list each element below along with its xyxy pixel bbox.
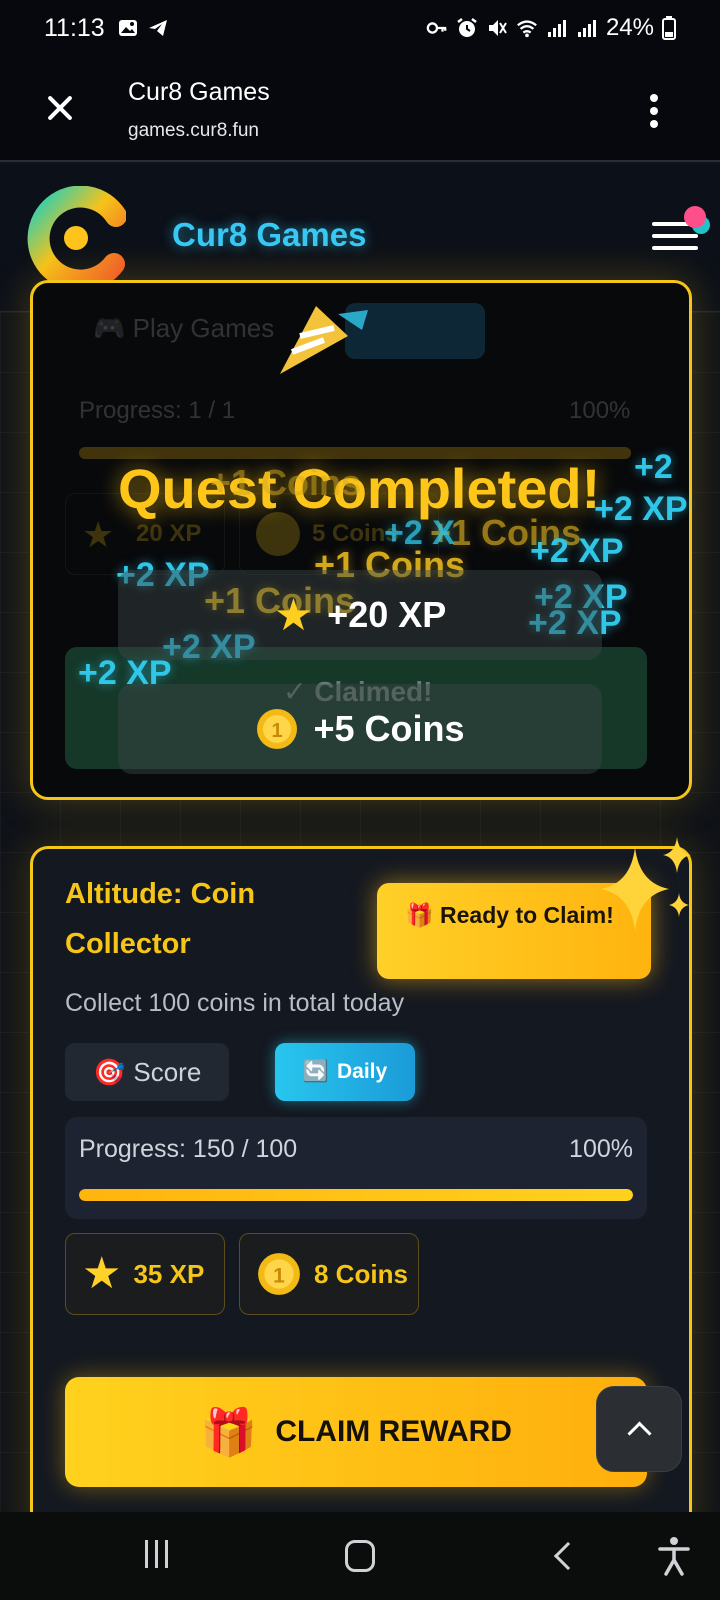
alarm-icon [457,18,477,37]
quest-description: Collect 100 coins in total today [65,989,405,1017]
overlay-coins-reward: 1 +5 Coins [118,684,602,774]
recents-icon[interactable] [145,1540,175,1570]
overlay-xp-reward: ★ +20 XP [118,570,602,660]
progress-percent: 100% [569,1135,633,1163]
system-nav-bar [0,1512,720,1600]
progress-box: Progress: 150 / 100 100% [65,1117,647,1219]
browser-title: Cur8 Games [128,78,270,106]
gallery-icon [118,20,137,36]
ready-to-claim-label: Ready to Claim! [440,902,614,928]
progress-bar-fill [79,1189,633,1201]
gift-icon: 🎁 [405,902,434,928]
signal-icon-1 [547,20,566,37]
claim-reward-button[interactable]: 🎁 CLAIM REWARD [65,1377,647,1487]
mute-icon [488,20,507,36]
accessibility-icon[interactable] [656,1536,692,1576]
progress-percent: 100% [569,397,631,424]
floating-xp: +2 XP [530,532,624,570]
more-options-icon[interactable] [648,94,660,130]
signal-icon-2 [577,20,596,37]
telegram-icon [148,20,167,36]
browser-toolbar: Cur8 Games games.cur8.fun [0,56,720,162]
wifi-icon [517,20,537,38]
close-icon[interactable] [42,90,78,126]
sparkle-icon [601,837,691,931]
svg-text:1: 1 [272,720,283,742]
site-title[interactable]: Cur8 Games [172,216,366,254]
star-icon: ★ [82,1249,122,1298]
progress-label: Progress: 1 / 1 [79,397,236,424]
tag-play-games: 🎮 Play Games [93,313,275,343]
star-icon: ★ [273,590,314,640]
quest-card: Altitude: Coin Collector 🎁 Ready to Clai… [30,837,692,1546]
coin-icon: 1 [258,1253,300,1295]
star-icon: ★ [82,514,115,555]
battery-icon [662,16,676,40]
svg-text:1: 1 [273,1264,285,1287]
progress-label: Progress: 150 / 100 [79,1135,298,1163]
home-icon[interactable] [345,1540,375,1572]
floating-xp: +2 XP [594,490,688,528]
scroll-to-top-button[interactable] [596,1386,682,1472]
floating-coins: +1 Coins [210,462,362,503]
floating-xp: +2 X [384,514,455,552]
tag-score: 🎯 Score [65,1043,229,1101]
target-icon: 🎯 [93,1056,126,1087]
vpn-key-icon [426,22,447,34]
browser-url[interactable]: games.cur8.fun [128,120,259,142]
progress-bar [79,1189,633,1201]
status-time: 11:13 [44,13,105,42]
repeat-icon: 🔄 [302,1060,329,1083]
battery-percent: 24% [605,14,654,41]
coins-reward-chip: 1 8 Coins [239,1233,419,1315]
party-popper-icon [280,306,368,374]
cur8-logo[interactable] [26,186,126,290]
coin-icon: 1 [257,709,298,749]
gift-icon: 🎁 [200,1405,258,1458]
tag-daily: 🔄 Daily [275,1043,415,1101]
xp-reward-chip: ★ 35 XP [65,1233,225,1315]
quest-title: Altitude: Coin Collector [65,878,256,960]
notification-dot [684,206,706,228]
floating-xp: +2 [634,448,673,486]
status-bar: 11:13 24% [0,0,720,56]
back-icon[interactable] [553,1541,583,1571]
page: 11:13 24% Cur8 Games games.cur8.fun Cur8… [0,0,720,1600]
